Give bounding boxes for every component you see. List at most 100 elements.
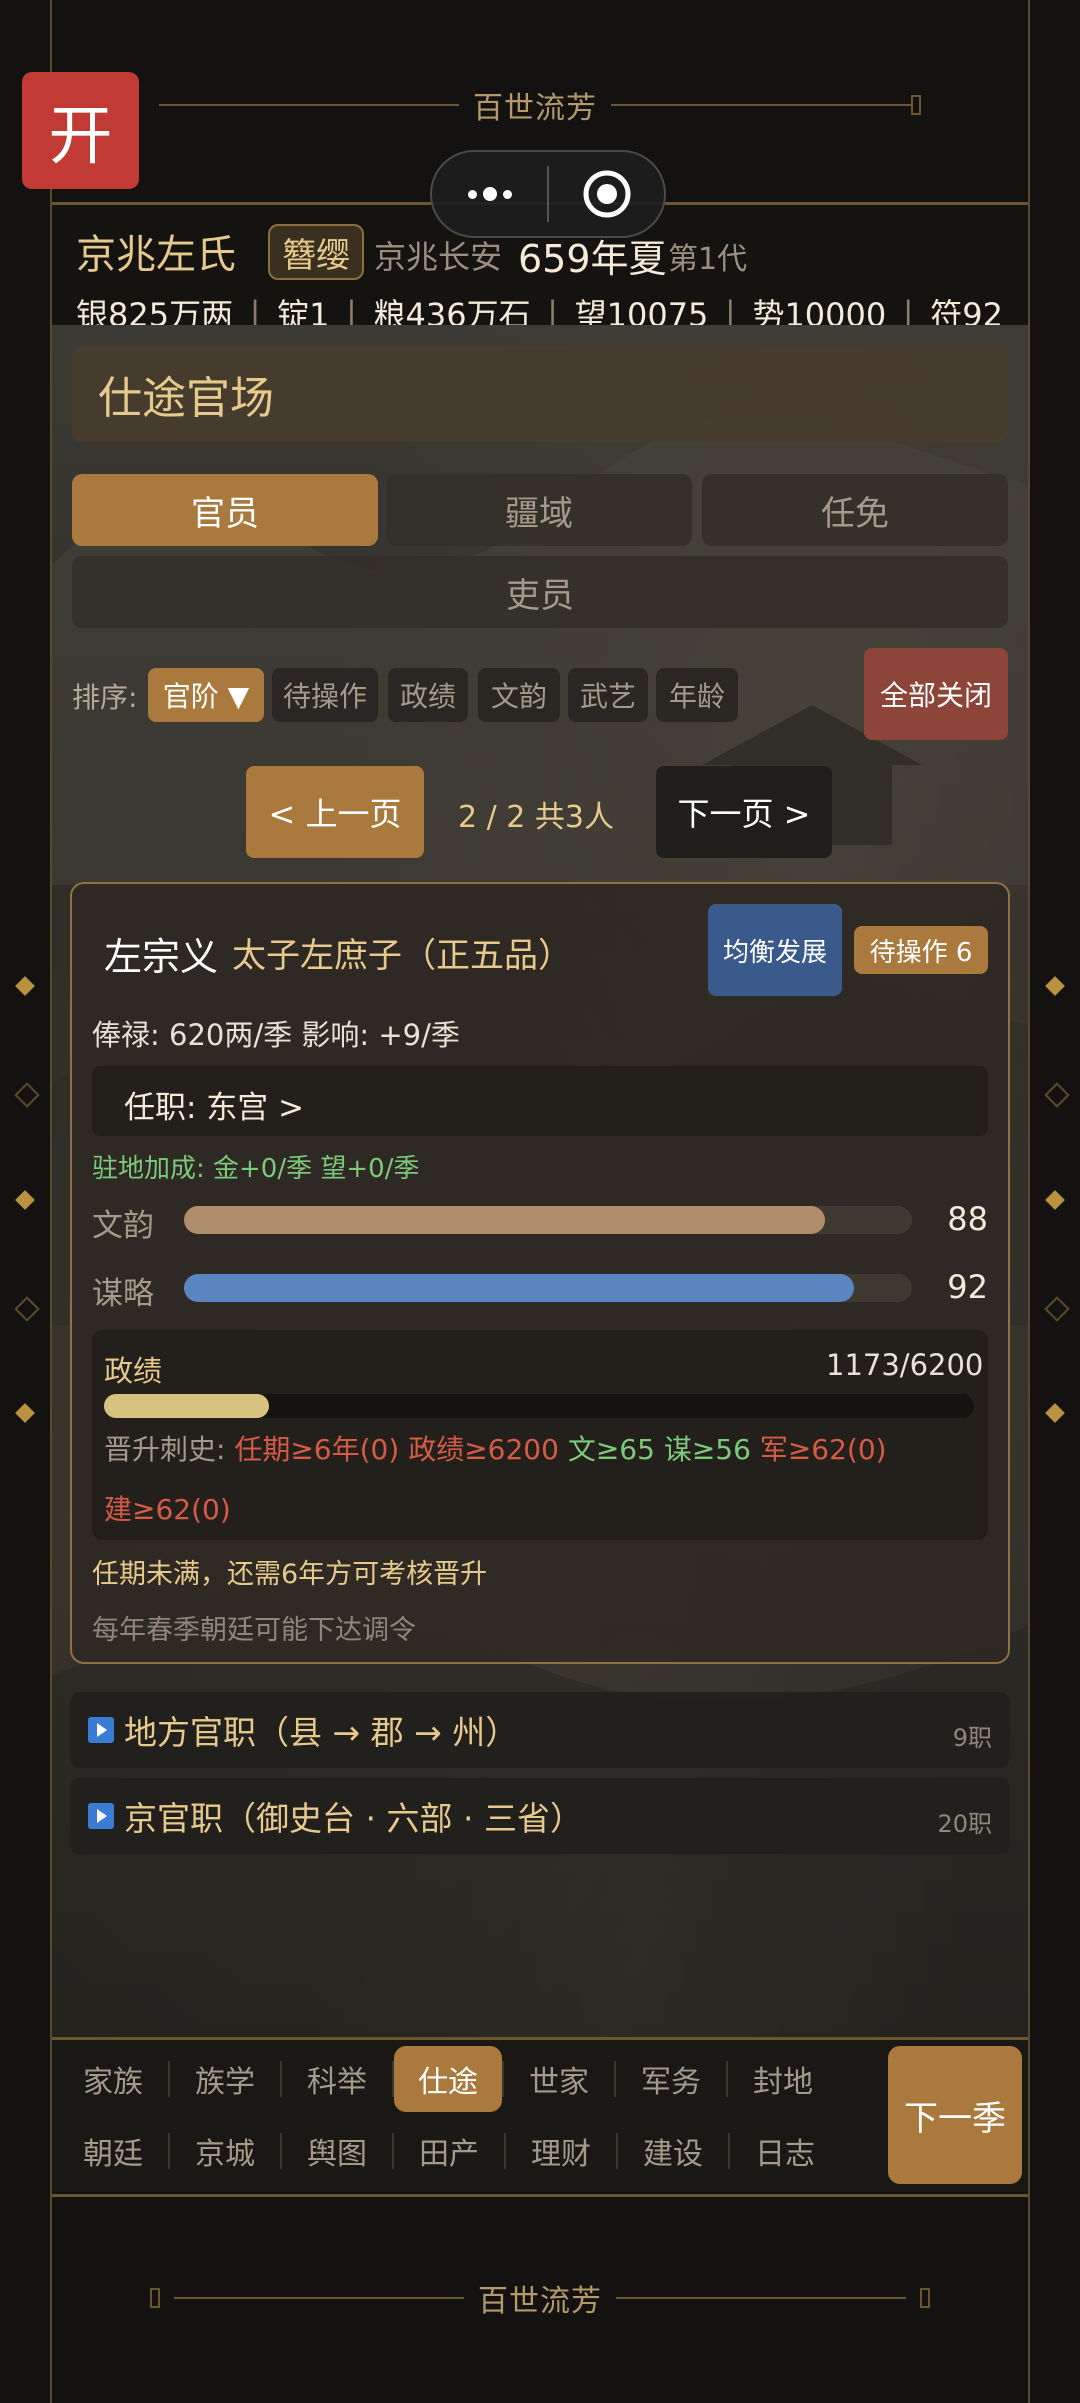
promotion-prefix: 晋升刺史:	[104, 1433, 226, 1466]
nav-military[interactable]: 军务	[616, 2048, 726, 2110]
expand-icon	[88, 1803, 114, 1829]
balanced-development-button[interactable]: 均衡发展	[708, 904, 842, 996]
local-posts-count: 9职	[952, 1724, 992, 1752]
stat-label-literary: 文韵	[92, 1208, 154, 1244]
next-page-button[interactable]: 下一页 >	[656, 766, 832, 858]
ornament-diamond	[1044, 1296, 1070, 1322]
ornament-diamond	[14, 1082, 40, 1108]
nav-clan-school[interactable]: 族学	[170, 2048, 280, 2110]
req-military: 军≥62(0)	[759, 1433, 887, 1466]
ornament-diamond	[1044, 1082, 1070, 1108]
prev-page-button[interactable]: < 上一页	[246, 766, 424, 858]
sort-literary-button[interactable]: 文韵	[478, 668, 560, 722]
ornament-diamond	[1045, 1403, 1065, 1423]
capital-posts-count: 20职	[937, 1810, 992, 1838]
req-literary: 文≥65	[567, 1433, 655, 1466]
footer-title: 百世流芳	[478, 2284, 602, 2319]
frame-right-line	[1028, 0, 1030, 2403]
nav-court[interactable]: 朝廷	[58, 2120, 168, 2182]
rank-badge: 簪缨	[268, 224, 364, 280]
nav-row-1: 家族 族学 科举 仕途 世家 军务 封地	[58, 2046, 838, 2112]
tenure-note: 任期未满，还需6年方可考核晋升	[92, 1559, 488, 1590]
ornament-diamond	[1045, 976, 1065, 996]
merit-label: 政绩	[104, 1354, 163, 1388]
next-season-button[interactable]: 下一季	[888, 2046, 1022, 2184]
location-label: 京兆长安	[374, 238, 503, 276]
nav-family[interactable]: 家族	[58, 2048, 168, 2110]
req-tenure: 任期≥6年(0)	[234, 1433, 400, 1466]
sort-rank-button[interactable]: 官阶 ▼	[148, 668, 264, 722]
divider-cap	[920, 2288, 930, 2308]
post-link[interactable]: 任职: 东宫 >	[124, 1082, 304, 1127]
miniprogram-capsule	[430, 150, 666, 238]
pending-actions-button[interactable]: 待操作 6	[854, 926, 988, 974]
merit-value: 1173/6200	[826, 1348, 984, 1382]
local-posts-section[interactable]: 地方官职（县 → 郡 → 州） 9职	[70, 1692, 1010, 1768]
nav-construction[interactable]: 建设	[618, 2120, 728, 2182]
app-title: 百世流芳	[473, 91, 597, 126]
divider	[159, 104, 459, 106]
salary-influence: 俸禄: 620两/季 影响: +9/季	[92, 1018, 460, 1052]
expand-icon	[88, 1717, 114, 1743]
promotion-requirements: 晋升刺史: 任期≥6年(0) 政绩≥6200 文≥65 谋≥56 军≥62(0)	[104, 1428, 887, 1468]
nav-log[interactable]: 日志	[730, 2120, 840, 2182]
local-posts-title: 地方官职（县 → 郡 → 州）	[124, 1713, 519, 1752]
nav-exam[interactable]: 科举	[282, 2048, 392, 2110]
more-icon[interactable]	[432, 187, 547, 201]
nav-row-2: 朝廷 京城 舆图 田产 理财 建设 日志	[58, 2120, 840, 2182]
generation-label: 第1代	[668, 242, 748, 277]
req-construction: 建≥62(0)	[104, 1493, 231, 1526]
stat-fill-strategy	[184, 1274, 854, 1302]
nav-noble-houses[interactable]: 世家	[504, 2048, 614, 2110]
divider	[174, 2297, 464, 2299]
stat-fill-literary	[184, 1206, 825, 1234]
stat-bar-strategy	[184, 1274, 912, 1302]
divider-cap	[150, 2288, 160, 2308]
sort-merit-button[interactable]: 政绩	[388, 668, 468, 722]
nav-map[interactable]: 舆图	[282, 2120, 392, 2182]
nav-career[interactable]: 仕途	[394, 2046, 502, 2112]
sort-label: 排序:	[72, 681, 138, 714]
page-info: 2 / 2 共3人	[458, 800, 614, 835]
tab-territory[interactable]: 疆域	[386, 474, 692, 546]
ornament-diamond	[14, 1296, 40, 1322]
capital-posts-section[interactable]: 京官职（御史台 · 六部 · 三省） 20职	[70, 1778, 1010, 1854]
merit-progress	[104, 1394, 974, 1418]
nav-farmland[interactable]: 田产	[394, 2120, 504, 2182]
merit-fill	[104, 1394, 269, 1418]
close-all-button[interactable]: 全部关闭	[864, 648, 1008, 740]
ornament-diamond	[15, 976, 35, 996]
open-button[interactable]: 开	[22, 72, 139, 189]
divider-cap	[911, 95, 921, 115]
divider	[611, 104, 911, 106]
tab-clerks[interactable]: 吏员	[72, 556, 1008, 628]
nav-bottom-rule	[52, 2194, 1028, 2197]
stat-bar-literary	[184, 1206, 912, 1234]
app-title-bar: 百世流芳	[0, 80, 1080, 130]
sort-age-button[interactable]: 年龄	[656, 668, 738, 722]
capital-posts-title: 京官职（御史台 · 六部 · 三省）	[124, 1799, 583, 1838]
req-strategy: 谋≥56	[663, 1433, 751, 1466]
official-name: 左宗义	[104, 935, 219, 979]
sort-pending-button[interactable]: 待操作	[272, 668, 378, 722]
stat-label-strategy: 谋略	[92, 1276, 154, 1312]
nav-capital[interactable]: 京城	[170, 2120, 280, 2182]
family-name: 京兆左氏	[76, 232, 236, 278]
nav-fief[interactable]: 封地	[728, 2048, 838, 2110]
ornament-diamond	[1045, 1190, 1065, 1210]
section-title: 仕途官场	[72, 346, 1008, 442]
official-card	[70, 882, 1010, 1664]
ornament-diamond	[15, 1403, 35, 1423]
tab-appointment[interactable]: 任免	[702, 474, 1008, 546]
ornament-diamond	[15, 1190, 35, 1210]
nav-finance[interactable]: 理财	[506, 2120, 616, 2182]
divider	[616, 2297, 906, 2299]
close-target-icon[interactable]	[549, 169, 664, 219]
tab-officials[interactable]: 官员	[72, 474, 378, 546]
sort-martial-button[interactable]: 武艺	[568, 668, 648, 722]
stat-value-strategy: 92	[947, 1268, 988, 1306]
stat-value-literary: 88	[947, 1200, 988, 1238]
promotion-requirements-2: 建≥62(0)	[104, 1488, 231, 1528]
post-bonus: 驻地加成: 金+0/季 望+0/季	[92, 1154, 420, 1184]
req-merit: 政绩≥6200	[408, 1433, 559, 1466]
